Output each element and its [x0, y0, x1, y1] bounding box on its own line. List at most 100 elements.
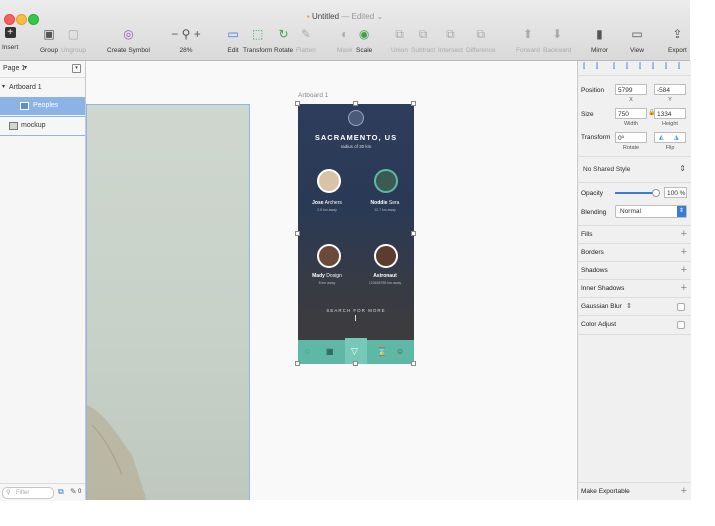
- inspector-panel: ⫿ ⫿ ⫿ ⫿ ⫿ ⫿ ⫿ ⫿ Position 5799 -584 X Y S…: [577, 61, 691, 500]
- edit-icon[interactable]: ✎: [70, 487, 77, 496]
- sidebar-footer: ⚲ Filter ⧉ ✎ 0: [0, 483, 85, 501]
- insert-button[interactable]: + Insert: [2, 27, 18, 51]
- resize-handle[interactable]: [411, 231, 416, 236]
- rotate-icon: ↻: [278, 27, 289, 41]
- edit-button[interactable]: ▭ Edit: [226, 27, 240, 54]
- mirror-button[interactable]: ▮ Mirror: [591, 27, 608, 54]
- align-top-icon[interactable]: ⫿: [626, 63, 628, 71]
- distribute-horizontal-icon[interactable]: ⫿: [665, 63, 667, 71]
- edit-icon: ▭: [227, 27, 239, 41]
- fills-section[interactable]: Fills +: [578, 225, 691, 244]
- forward-button[interactable]: ⬆ Forward: [516, 27, 540, 54]
- resize-handle[interactable]: [295, 101, 300, 106]
- color-adjust-section[interactable]: Color Adjust: [578, 315, 691, 335]
- opacity-slider-knob[interactable]: [652, 189, 660, 197]
- resize-handle[interactable]: [411, 361, 416, 366]
- align-center-icon[interactable]: ⫿: [596, 63, 598, 71]
- image-layer-icon: [9, 122, 18, 130]
- view-icon: ▭: [631, 27, 643, 41]
- rotate-button[interactable]: ↻ Rotate: [274, 27, 293, 54]
- shared-style-select[interactable]: No Shared Style ⇕: [578, 156, 691, 183]
- artboard-label[interactable]: Artboard 1: [298, 92, 328, 99]
- opacity-label: Opacity: [581, 190, 604, 197]
- shadows-section[interactable]: Shadows +: [578, 261, 691, 280]
- radius-text: radius of 30 km: [340, 144, 372, 149]
- gaussian-blur-section[interactable]: Gaussian Blur ⇕: [578, 297, 691, 316]
- make-exportable-section[interactable]: Make Exportable +: [578, 482, 691, 501]
- filter-input[interactable]: ⚲ Filter: [2, 487, 54, 499]
- add-shadow-icon[interactable]: +: [681, 264, 687, 276]
- opacity-slider[interactable]: [615, 192, 655, 194]
- backward-button[interactable]: ⬇ Backward: [543, 27, 572, 54]
- layer-artboard[interactable]: ▾ Artboard 1: [0, 79, 85, 97]
- mockup-image[interactable]: [86, 104, 250, 500]
- profile-tab-icon[interactable]: ☺: [396, 347, 404, 356]
- blur-checkbox[interactable]: [677, 303, 685, 311]
- align-left-icon[interactable]: ⫿: [583, 63, 585, 71]
- position-y-field[interactable]: -584: [654, 84, 686, 95]
- distribute-vertical-icon[interactable]: ⫿: [678, 63, 680, 71]
- blending-select[interactable]: Normal ⇕: [615, 205, 687, 218]
- flip-horizontal-icon[interactable]: ◭: [659, 134, 664, 141]
- resize-handle[interactable]: [295, 231, 300, 236]
- title-chevron-icon[interactable]: ⌄: [376, 12, 383, 21]
- flip-vertical-icon[interactable]: ◮: [674, 134, 679, 141]
- collapse-pages-icon[interactable]: ▾: [72, 64, 81, 73]
- layer-peoples[interactable]: Peoples: [0, 97, 85, 115]
- mask-icon: ◐: [341, 27, 349, 41]
- resize-handle[interactable]: [411, 101, 416, 106]
- width-label: Width: [623, 121, 639, 127]
- create-symbol-button[interactable]: ◎ Create Symbol: [107, 27, 150, 54]
- height-field[interactable]: 1334: [654, 108, 686, 119]
- blur-type-arrows-icon[interactable]: ⇕: [626, 302, 632, 310]
- artboard-phone[interactable]: SACRAMENTO, US radius of 30 km Jose Arch…: [298, 104, 414, 364]
- flip-control[interactable]: ◭ ◮: [654, 132, 686, 143]
- transform-button[interactable]: ⬚ Transform: [243, 27, 272, 54]
- add-fill-icon[interactable]: +: [681, 228, 687, 240]
- group-button[interactable]: ▣ Group: [40, 27, 58, 54]
- width-field[interactable]: 750: [615, 108, 647, 119]
- resize-handle[interactable]: [353, 101, 358, 106]
- pages-toggle-icon[interactable]: ⧉: [58, 487, 64, 497]
- union-button[interactable]: ⧉ Union: [391, 27, 408, 54]
- scale-icon: ◉: [358, 27, 370, 41]
- align-right-icon[interactable]: ⫿: [613, 63, 615, 71]
- forward-icon: ⬆: [522, 27, 533, 41]
- layer-mockup[interactable]: mockup: [0, 116, 85, 136]
- borders-section[interactable]: Borders +: [578, 243, 691, 262]
- difference-button[interactable]: ⧉ Difference: [466, 27, 496, 54]
- intersect-button[interactable]: ⧉ Intersect: [438, 27, 463, 54]
- align-middle-icon[interactable]: ⫿: [639, 63, 641, 71]
- add-export-icon[interactable]: +: [681, 485, 687, 497]
- flip-label: Flip: [665, 145, 675, 151]
- resize-handle[interactable]: [295, 361, 300, 366]
- page-selector[interactable]: Page 1 ▾ ▾: [0, 61, 85, 78]
- flatten-button[interactable]: ✎ Flatten: [296, 27, 316, 54]
- union-icon: ⧉: [395, 27, 404, 41]
- mask-button[interactable]: ◐ Mask: [337, 27, 353, 54]
- position-x-field[interactable]: 5799: [615, 84, 647, 95]
- add-border-icon[interactable]: +: [681, 246, 687, 258]
- resize-handle[interactable]: [353, 361, 358, 366]
- person-name: Mady Dosign: [312, 273, 342, 279]
- disclosure-triangle-icon[interactable]: ▾: [2, 83, 5, 90]
- align-bottom-icon[interactable]: ⫿: [652, 63, 654, 71]
- ungroup-button[interactable]: ▢ Ungroup: [61, 27, 86, 54]
- add-inner-shadow-icon[interactable]: +: [681, 282, 687, 294]
- rotate-field[interactable]: 0º: [615, 132, 647, 143]
- ungroup-icon: ▢: [67, 27, 80, 41]
- document-icon: ▪: [306, 12, 310, 21]
- calendar-tab-icon[interactable]: ▦: [326, 347, 334, 356]
- inner-shadows-section[interactable]: Inner Shadows +: [578, 279, 691, 298]
- group-icon: ▣: [43, 27, 55, 41]
- color-adjust-checkbox[interactable]: [677, 321, 685, 329]
- hourglass-tab-icon[interactable]: ⌛: [377, 347, 387, 356]
- zoom-control[interactable]: − ⚲ + 28%: [171, 27, 201, 54]
- export-button[interactable]: ⇪ Export: [668, 27, 687, 54]
- scale-button[interactable]: ◉ Scale: [356, 27, 372, 54]
- subtract-button[interactable]: ⧉ Subtract: [411, 27, 435, 54]
- chat-tab-icon[interactable]: ◌: [305, 347, 310, 356]
- view-button[interactable]: ▭ View: [630, 27, 644, 54]
- canvas[interactable]: Artboard 1 SACRAMENTO, US radius of 30 k…: [86, 61, 576, 500]
- opacity-field[interactable]: 100 %: [664, 187, 687, 198]
